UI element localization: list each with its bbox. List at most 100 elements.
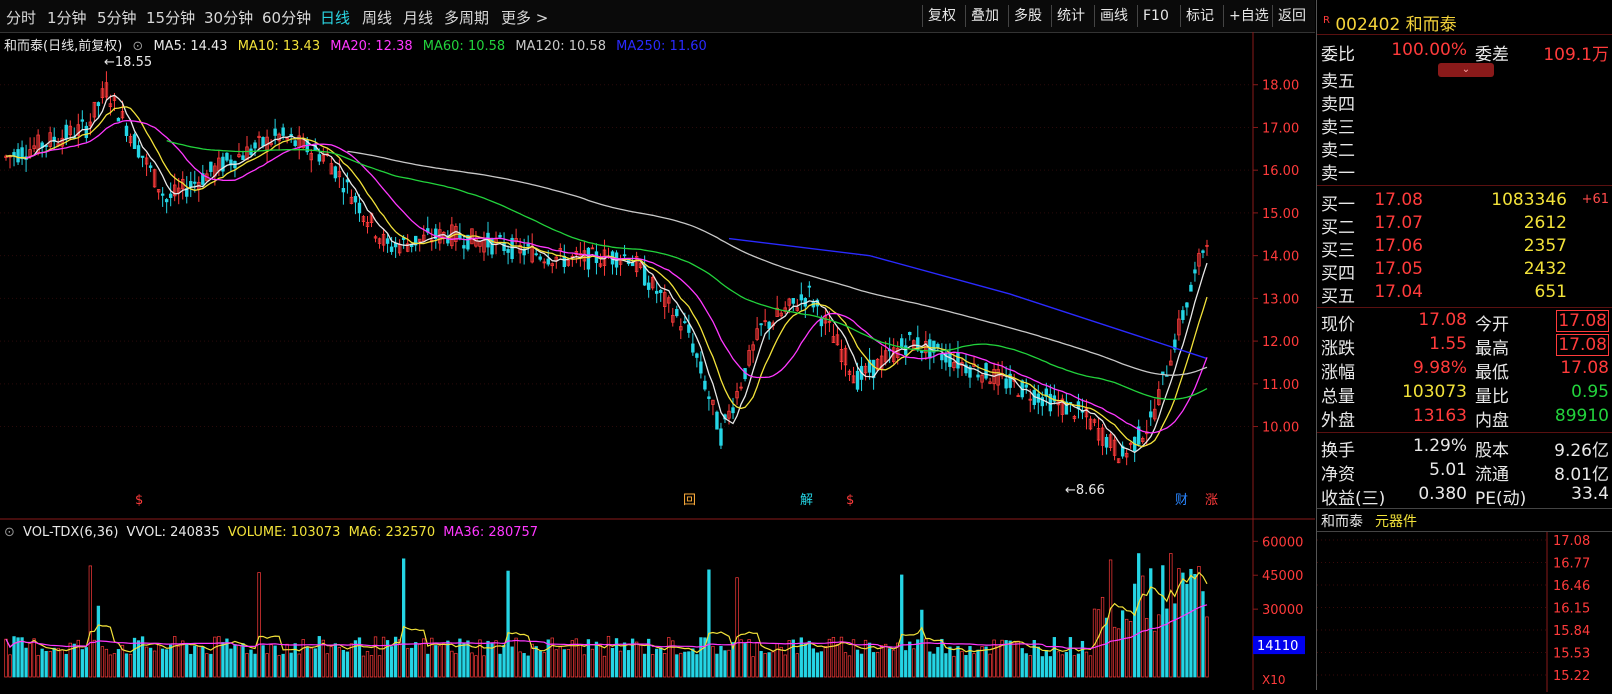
volume-bar	[209, 653, 213, 678]
kline-chart-area[interactable]: 18.00 17.00 16.00 15.00 14.00 13.00 12.00 11.00…	[0, 32, 1315, 690]
volume-bar	[739, 639, 743, 678]
volume-bar	[554, 649, 558, 678]
volume-bar	[450, 650, 454, 678]
tab-stock[interactable]: 和而泰	[1321, 511, 1363, 531]
candle-body	[502, 242, 506, 251]
event-marker: 解	[800, 493, 813, 508]
volume-bar	[944, 653, 948, 678]
volume-bar	[28, 642, 32, 678]
buy-level-3: 买三 17.06 2357	[1321, 236, 1567, 261]
candle-body	[116, 117, 121, 122]
period-tab-timeshare[interactable]: 分时	[6, 7, 36, 28]
mark-button[interactable]: 标记	[1180, 5, 1219, 27]
multi-stock-button[interactable]: 多股	[1008, 5, 1047, 27]
period-tab-5min[interactable]: 5分钟	[97, 7, 137, 28]
stock-code: 002402	[1335, 15, 1401, 35]
volume-bar	[1205, 616, 1209, 678]
legend-toggle-icon[interactable]: ⊙	[132, 39, 143, 54]
volume-bar	[904, 650, 908, 678]
candle-body	[807, 285, 812, 288]
volume-bar	[1157, 614, 1161, 678]
quote-row-pct: 涨幅 9.98% 最低 17.08	[1321, 358, 1609, 383]
volume-bar	[526, 655, 530, 678]
volume-bar	[1048, 656, 1052, 678]
volume-bar	[908, 641, 912, 678]
vol-ma36-value: MA36: 280757	[443, 525, 539, 540]
add-favorite-button[interactable]: +自选	[1223, 5, 1274, 27]
weibi-label: 委比	[1321, 45, 1355, 65]
buy-level-2: 买二 17.07 2612	[1321, 213, 1567, 238]
candle-body	[940, 354, 944, 361]
candle-body	[646, 282, 651, 290]
candle-body	[707, 396, 711, 399]
candle-body	[353, 196, 358, 203]
period-tab-daily[interactable]: 日线	[320, 7, 350, 28]
volume-bar	[1004, 640, 1008, 678]
candle-body	[655, 290, 659, 294]
adjust-button[interactable]: 复权	[922, 5, 961, 27]
volume-bar	[1052, 637, 1057, 678]
f10-button[interactable]: F10	[1137, 5, 1174, 27]
volume-legend: ⊙ VOL-TDX(6,36) VVOL: 240835 VOLUME: 103…	[4, 525, 542, 540]
volume-bar	[1028, 655, 1032, 678]
quote-row-change: 涨跌 1.55 最高 17.08	[1321, 334, 1609, 359]
period-tab-15min[interactable]: 15分钟	[146, 7, 195, 28]
volume-bar	[24, 647, 28, 678]
candle-body	[791, 298, 795, 304]
volume-bar	[638, 644, 643, 678]
volume-bar	[683, 651, 687, 678]
volume-bar	[233, 644, 237, 678]
candle-body	[136, 145, 141, 158]
candle-body	[956, 352, 960, 369]
period-tab-more[interactable]: 更多 >	[501, 7, 548, 28]
volume-bar	[80, 649, 84, 678]
volume-bar	[1076, 653, 1081, 678]
volume-bar	[205, 653, 209, 678]
volume-bar	[124, 653, 129, 678]
candle-body	[506, 249, 510, 253]
volume-bar	[1060, 654, 1065, 678]
volume-bar	[486, 640, 490, 678]
candle-body	[1185, 302, 1189, 308]
period-tab-30min[interactable]: 30分钟	[204, 7, 253, 28]
mini-axis-label: 17.08	[1553, 534, 1590, 549]
ma120-value: MA120: 10.58	[515, 39, 606, 54]
vvol-value: VVOL: 240835	[126, 525, 220, 540]
volume-bar	[590, 648, 595, 678]
volume-bar	[1124, 618, 1129, 678]
volume-bar	[44, 650, 48, 678]
chart-grid	[0, 32, 1315, 690]
back-button[interactable]: 返回	[1272, 5, 1311, 27]
period-tab-multi[interactable]: 多周期	[444, 7, 489, 28]
period-tab-monthly[interactable]: 月线	[403, 7, 433, 28]
volume-bar	[237, 645, 241, 678]
volume-bar	[442, 643, 446, 678]
ma5-line	[5, 94, 1208, 454]
statistics-button[interactable]: 统计	[1051, 5, 1090, 27]
candle-body	[1181, 310, 1185, 320]
candle-body	[691, 343, 695, 353]
volume-bar	[719, 645, 723, 678]
volume-bar	[56, 647, 60, 678]
volume-bar	[128, 653, 133, 678]
volume-bar	[811, 648, 815, 678]
kline-chart[interactable]: 18.00 17.00 16.00 15.00 14.00 13.00 12.00 11.00…	[0, 32, 1315, 690]
volume-bar	[795, 653, 799, 678]
volume-bar	[1080, 640, 1085, 678]
volume-toggle-icon[interactable]: ⊙	[4, 525, 15, 540]
quote-row-price: 现价 17.08 今开 17.08	[1321, 310, 1609, 335]
volume-bar	[976, 649, 980, 678]
candle-body	[168, 193, 173, 198]
period-tab-60min[interactable]: 60分钟	[262, 7, 311, 28]
volume-bar	[1165, 608, 1169, 678]
sell-level-4: 卖四	[1321, 95, 1355, 115]
candle-body	[699, 361, 703, 374]
period-tab-1min[interactable]: 1分钟	[47, 7, 87, 28]
candle-body	[630, 262, 635, 267]
candle-body	[715, 411, 719, 430]
draw-line-button[interactable]: 画线	[1094, 5, 1133, 27]
tab-sector[interactable]: 元器件	[1375, 511, 1417, 531]
ma60-value: MA60: 10.58	[422, 39, 506, 54]
overlay-button[interactable]: 叠加	[965, 5, 1004, 27]
period-tab-weekly[interactable]: 周线	[362, 7, 392, 28]
